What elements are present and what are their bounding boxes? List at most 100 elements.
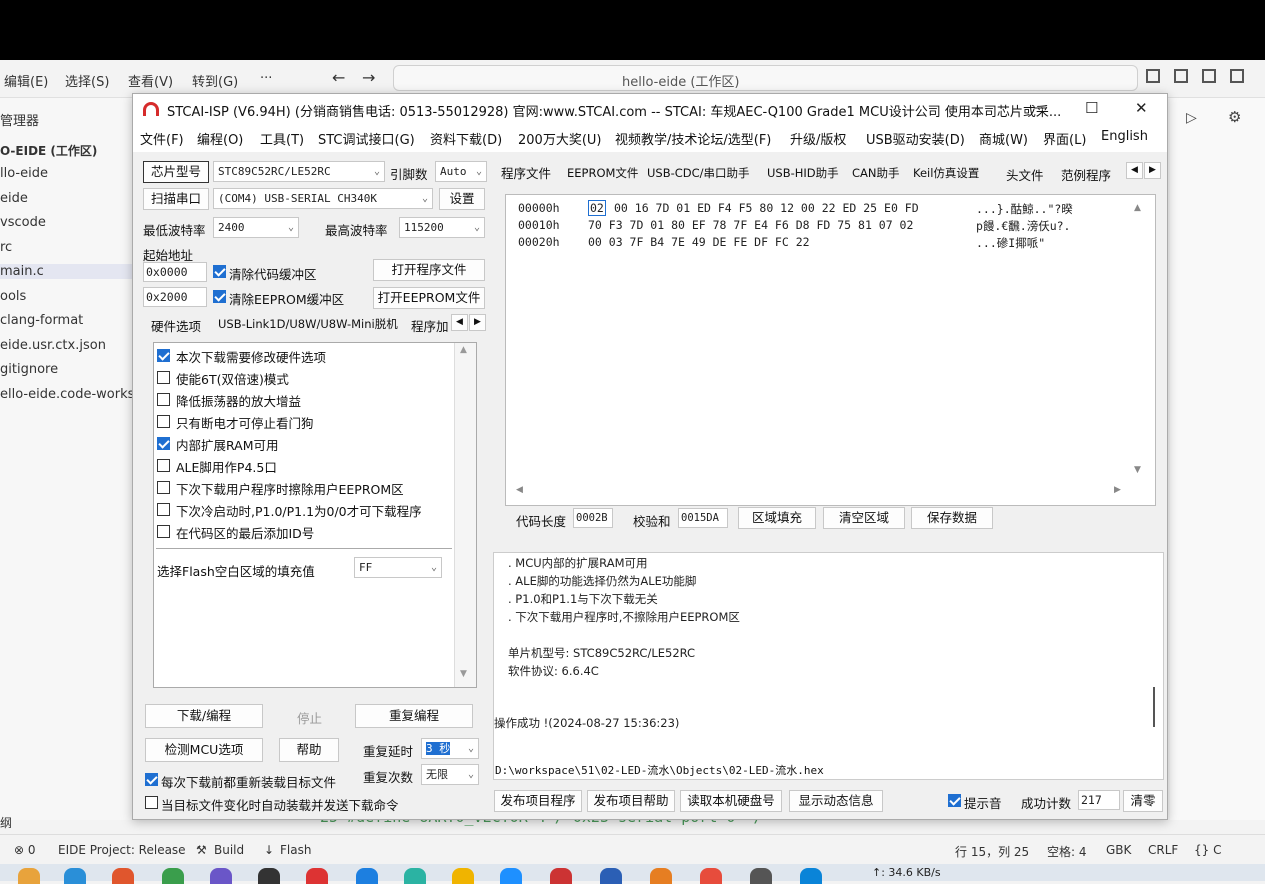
taskbar-icon[interactable] <box>650 868 672 884</box>
back-arrow-icon[interactable]: ← <box>332 68 345 87</box>
explorer-item[interactable]: ello-eide.code-works <box>0 387 134 402</box>
option-checkbox[interactable] <box>157 481 170 494</box>
open-eeprom-button[interactable]: 打开EEPROM文件 <box>373 287 485 309</box>
help-button[interactable]: 帮助 <box>279 738 339 762</box>
tab-scroll-left-icon[interactable]: ◀ <box>1126 162 1143 179</box>
taskbar-icon[interactable] <box>112 868 134 884</box>
tab-program-file[interactable]: 程序文件 <box>501 163 551 182</box>
explorer-item[interactable]: rc <box>0 240 12 255</box>
tab-keil-settings[interactable]: Keil仿真设置 <box>913 165 979 181</box>
status-flash[interactable]: Flash <box>280 843 311 857</box>
menu-usb-driver[interactable]: USB驱动安装(D) <box>866 129 965 148</box>
explorer-item[interactable]: eide <box>0 191 28 206</box>
menu-go[interactable]: 转到(G) <box>192 71 238 90</box>
clear-code-checkbox[interactable] <box>213 265 226 278</box>
publish-help-button[interactable]: 发布项目帮助 <box>587 790 675 812</box>
code-address-input[interactable]: 0x0000 <box>143 262 207 282</box>
chip-type-button[interactable]: 芯片型号 <box>143 161 209 183</box>
clear-count-button[interactable]: 清零 <box>1123 790 1163 812</box>
layout-secondary-icon[interactable] <box>1202 69 1216 83</box>
min-baud-select[interactable]: 2400 ⌄ <box>213 217 299 238</box>
menu-debug[interactable]: STC调试接口(G) <box>318 129 415 148</box>
taskbar-icon[interactable] <box>18 868 40 884</box>
beep-checkbox[interactable] <box>948 794 961 807</box>
tab-hid-assistant[interactable]: USB-HID助手 <box>767 165 839 181</box>
explorer-item[interactable]: eide.usr.ctx.json <box>0 338 106 353</box>
fill-area-button[interactable]: 区域填充 <box>738 507 816 529</box>
outline-section[interactable]: 纲 <box>0 814 12 831</box>
menu-upgrade[interactable]: 升级/版权 <box>790 129 846 148</box>
scan-port-button[interactable]: 扫描串口 <box>143 188 209 210</box>
taskbar-icon[interactable] <box>750 868 772 884</box>
show-dynamic-info-button[interactable]: 显示动态信息 <box>789 790 883 812</box>
option-checkbox[interactable] <box>157 393 170 406</box>
list-scrollbar[interactable]: ▲ ▼ <box>454 343 476 687</box>
menu-prize[interactable]: 200万大奖(U) <box>518 129 601 148</box>
taskbar-icon[interactable] <box>306 868 328 884</box>
taskbar-icon[interactable] <box>162 868 184 884</box>
option-checkbox[interactable] <box>157 349 170 362</box>
option-checkbox[interactable] <box>157 459 170 472</box>
log-scrollbar[interactable] <box>1153 687 1155 727</box>
tab-scroll-right-icon[interactable]: ▶ <box>1144 162 1161 179</box>
layout-panel-icon[interactable] <box>1174 69 1188 83</box>
hex-view[interactable]: 00000h 02 00 16 7D 01 ED F4 F5 80 12 00 … <box>505 194 1156 506</box>
scroll-left-icon[interactable]: ◀ <box>516 485 523 495</box>
forward-arrow-icon[interactable]: → <box>362 68 375 87</box>
option-checkbox[interactable] <box>157 525 170 538</box>
maximize-button[interactable]: ☐ <box>1085 99 1098 117</box>
taskbar-icon[interactable] <box>258 868 280 884</box>
status-build[interactable]: Build <box>214 843 244 857</box>
status-position[interactable]: 行 15，列 25 <box>955 843 1029 860</box>
explorer-item[interactable]: clang-format <box>0 313 83 328</box>
menu-english[interactable]: English <box>1101 129 1148 144</box>
taskbar-icon[interactable] <box>64 868 86 884</box>
command-center-search[interactable]: hello-eide (工作区) <box>393 65 1138 91</box>
tab-usb-link[interactable]: USB-Link1D/U8W/U8W-Mini脱机 <box>218 316 398 332</box>
taskbar-icon[interactable] <box>452 868 474 884</box>
taskbar-icon[interactable] <box>800 868 822 884</box>
explorer-item[interactable]: ools <box>0 289 26 304</box>
menu-video[interactable]: 视频教学/技术论坛/选型(F) <box>615 129 771 148</box>
tab-examples[interactable]: 范例程序 <box>1061 165 1111 184</box>
menu-selection[interactable]: 选择(S) <box>65 71 109 90</box>
repeat-delay-select[interactable]: 3 秒 ⌄ <box>421 738 479 759</box>
scroll-down-icon[interactable]: ▼ <box>1134 465 1141 475</box>
hex-cursor-byte[interactable]: 02 <box>588 200 606 216</box>
option-checkbox[interactable] <box>157 437 170 450</box>
max-baud-select[interactable]: 115200 ⌄ <box>399 217 485 238</box>
repeat-program-button[interactable]: 重复编程 <box>355 704 473 728</box>
status-language[interactable]: {} C <box>1194 843 1221 857</box>
explorer-workspace[interactable]: O-EIDE (工作区) <box>0 142 97 159</box>
layout-custom-icon[interactable] <box>1230 69 1244 83</box>
status-project[interactable]: EIDE Project: Release <box>58 843 186 857</box>
eeprom-address-input[interactable]: 0x2000 <box>143 287 207 307</box>
explorer-item[interactable]: llo-eide <box>0 166 48 181</box>
gear-icon[interactable]: ⚙ <box>1228 108 1241 126</box>
menu-view[interactable]: 查看(V) <box>128 71 173 90</box>
settings-button[interactable]: 设置 <box>439 188 485 210</box>
explorer-item[interactable]: gitignore <box>0 362 58 377</box>
menu-tools[interactable]: 工具(T) <box>260 129 304 148</box>
reload-checkbox[interactable] <box>145 773 158 786</box>
auto-load-checkbox[interactable] <box>145 796 158 809</box>
taskbar-icon[interactable] <box>600 868 622 884</box>
read-disk-button[interactable]: 读取本机硬盘号 <box>680 790 782 812</box>
output-log[interactable]: . MCU内部的扩展RAM可用 . ALE脚的功能选择仍然为ALE功能脚 . P… <box>493 552 1164 780</box>
clear-area-button[interactable]: 清空区域 <box>823 507 905 529</box>
tab-serial-assistant[interactable]: USB-CDC/串口助手 <box>647 165 750 181</box>
explorer-item[interactable]: vscode <box>0 215 46 230</box>
menu-program[interactable]: 编程(O) <box>197 129 243 148</box>
taskbar-icon[interactable] <box>700 868 722 884</box>
minimize-button[interactable]: — <box>1033 100 1047 116</box>
run-icon[interactable]: ▷ <box>1186 110 1197 126</box>
menu-more[interactable]: ··· <box>260 71 272 86</box>
chip-type-select[interactable]: STC89C52RC/LE52RC ⌄ <box>213 161 385 182</box>
port-select[interactable]: (COM4) USB-SERIAL CH340K ⌄ <box>213 188 433 209</box>
taskbar-icon[interactable] <box>210 868 232 884</box>
close-button[interactable]: ✕ <box>1135 99 1148 117</box>
fill-value-select[interactable]: FF ⌄ <box>354 557 442 578</box>
scroll-right-icon[interactable]: ▶ <box>1114 485 1121 495</box>
menu-interface[interactable]: 界面(L) <box>1043 129 1086 148</box>
menu-file[interactable]: 文件(F) <box>140 129 184 148</box>
